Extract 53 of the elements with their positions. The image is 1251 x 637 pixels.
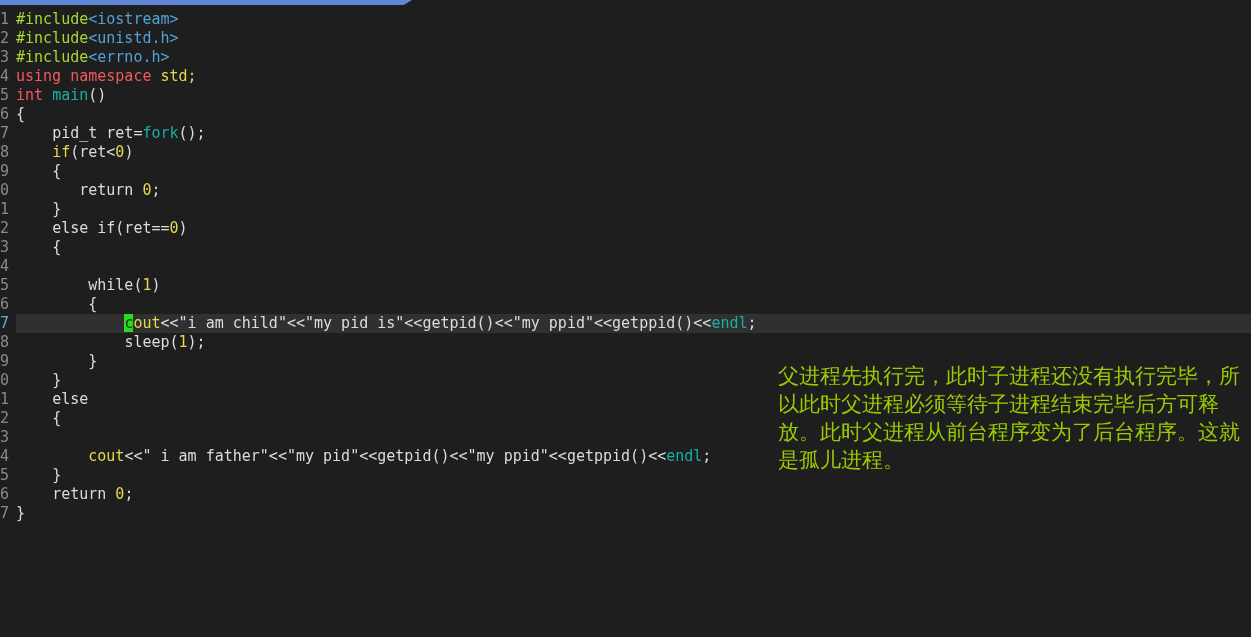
line-number: 7 <box>0 314 9 333</box>
code-line: { <box>51 162 62 181</box>
code-line: cout<<" i am father"<<"my pid"<<getpid()<<"my ppid"<<getppid()<<endl; <box>87 447 712 466</box>
line-number: 8 <box>0 143 9 162</box>
line-number: 2 <box>0 409 9 428</box>
code-line: using namespace std; <box>16 67 197 86</box>
line-number: 9 <box>0 162 9 181</box>
line-number: 3 <box>0 428 9 447</box>
code-line: while(1) <box>87 276 161 295</box>
code-line: { <box>51 409 62 428</box>
code-line: #include<iostream> <box>16 10 179 29</box>
annotation-text: 父进程先执行完，此时子进程还没有执行完毕，所以此时父进程必须等待子进程结束完毕后方可释放。此时父进程从前台程序变为了后台程序。这就是孤儿进程。 <box>778 363 1241 474</box>
code-line: } <box>16 504 26 523</box>
line-number: 2 <box>0 219 9 238</box>
line-number: 9 <box>0 352 9 371</box>
line-number: 8 <box>0 333 9 352</box>
code-line: pid_t ret=fork(); <box>51 124 206 143</box>
code-line: } <box>51 466 62 485</box>
code-line: return 0; <box>51 485 134 504</box>
code-line: sleep(1); <box>123 333 206 352</box>
code-line: { <box>87 295 98 314</box>
line-number: 4 <box>0 67 9 86</box>
code-line: } <box>87 352 98 371</box>
line-number: 1 <box>0 10 9 29</box>
line-number: 3 <box>0 48 9 67</box>
code-line: } <box>51 200 62 219</box>
code-line: } <box>51 371 62 390</box>
line-number: 4 <box>0 257 9 276</box>
code-line: return 0; <box>78 181 161 200</box>
line-number: 5 <box>0 276 9 295</box>
file-tab[interactable] <box>0 0 412 5</box>
line-number: 7 <box>0 504 9 523</box>
line-number: 3 <box>0 238 9 257</box>
code-line: #include<errno.h> <box>16 48 170 67</box>
line-number: 1 <box>0 200 9 219</box>
code-line: if(ret<0) <box>51 143 134 162</box>
line-number: 5 <box>0 466 9 485</box>
code-line: { <box>51 238 62 257</box>
line-number: 2 <box>0 29 9 48</box>
line-number: 4 <box>0 447 9 466</box>
line-number: 1 <box>0 390 9 409</box>
line-number: 6 <box>0 295 9 314</box>
line-number: 6 <box>0 485 9 504</box>
code-line: #include<unistd.h> <box>16 29 179 48</box>
line-number: 5 <box>0 86 9 105</box>
line-number: 7 <box>0 124 9 143</box>
code-line: else if(ret==0) <box>51 219 188 238</box>
code-line: int main() <box>16 86 107 105</box>
code-line: else <box>51 390 89 409</box>
line-number: 6 <box>0 105 9 124</box>
code-line: { <box>16 105 26 124</box>
line-number: 0 <box>0 371 9 390</box>
line-number: 0 <box>0 181 9 200</box>
